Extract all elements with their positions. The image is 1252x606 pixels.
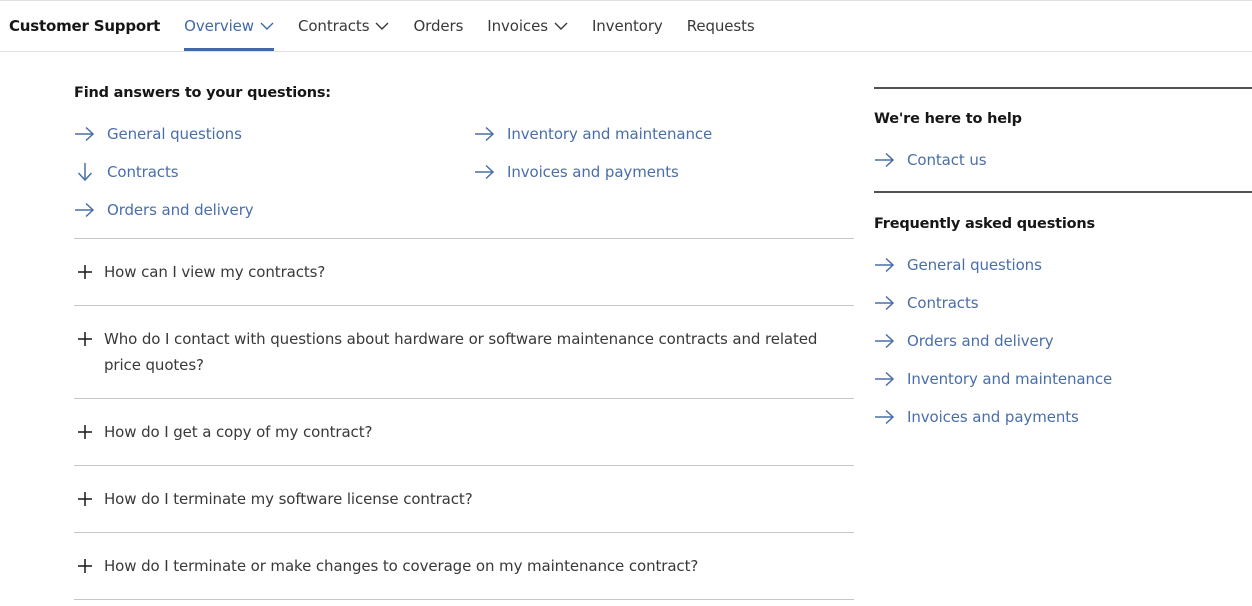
faq-question: Who do I contact with questions about ha… — [104, 330, 818, 374]
faq-question: How can I view my contracts? — [104, 263, 326, 281]
link-label: General questions — [907, 256, 1042, 274]
arrow-right-icon — [874, 371, 896, 387]
plus-icon — [77, 558, 93, 574]
chevron-down-icon — [260, 21, 274, 31]
faq-heading: Frequently asked questions — [874, 216, 1095, 232]
plus-icon — [77, 424, 93, 440]
quick-links: General questions Contracts Orders and d… — [74, 122, 854, 238]
quick-link-general-questions[interactable]: General questions — [74, 122, 242, 146]
link-label: Contact us — [907, 151, 987, 169]
brand-title[interactable]: Customer Support — [0, 1, 172, 51]
divider — [874, 87, 1252, 89]
nav-tab-label: Inventory — [591, 17, 663, 35]
arrow-right-icon — [474, 164, 496, 180]
faq-accordion: How can I view my contracts? Who do I co… — [74, 238, 854, 600]
quick-link-label: Orders and delivery — [107, 201, 254, 219]
arrow-right-icon — [474, 126, 496, 142]
faq-item[interactable]: How do I terminate my software license c… — [74, 466, 854, 533]
nav-tab-orders[interactable]: Orders — [401, 1, 475, 51]
plus-icon — [77, 491, 93, 507]
divider — [874, 191, 1252, 193]
nav-tab-contracts[interactable]: Contracts — [286, 1, 401, 51]
faq-item[interactable]: How do I get a copy of my contract? — [74, 399, 854, 466]
faq-link-inventory-and-maintenance[interactable]: Inventory and maintenance — [874, 367, 1112, 391]
faq-question: How do I terminate or make changes to co… — [104, 557, 699, 575]
faq-question: How do I terminate my software license c… — [104, 490, 473, 508]
contact-us-link[interactable]: Contact us — [874, 148, 987, 172]
nav-tab-invoices[interactable]: Invoices — [475, 1, 580, 51]
link-label: Invoices and payments — [907, 408, 1079, 426]
nav-tab-label: Orders — [413, 17, 464, 35]
quick-link-label: General questions — [107, 125, 242, 143]
nav-tab-label: Requests — [686, 17, 755, 35]
nav-tab-label: Overview — [184, 17, 254, 35]
faq-link-general-questions[interactable]: General questions — [874, 253, 1042, 277]
quick-link-invoices-and-payments[interactable]: Invoices and payments — [474, 160, 679, 184]
faq-item[interactable]: How do I terminate or make changes to co… — [74, 533, 854, 600]
faq-question: How do I get a copy of my contract? — [104, 423, 373, 441]
faq-item[interactable]: How can I view my contracts? — [74, 239, 854, 306]
help-heading: We're here to help — [874, 111, 1022, 127]
quick-link-orders-and-delivery[interactable]: Orders and delivery — [74, 198, 254, 222]
top-navigation: Customer Support Overview Contracts Orde… — [0, 0, 1252, 52]
link-label: Orders and delivery — [907, 332, 1054, 350]
chevron-down-icon — [554, 21, 568, 31]
arrow-right-icon — [74, 126, 96, 142]
quick-link-inventory-and-maintenance[interactable]: Inventory and maintenance — [474, 122, 712, 146]
nav-tab-requests[interactable]: Requests — [675, 1, 767, 51]
arrow-right-icon — [874, 295, 896, 311]
arrow-right-icon — [74, 202, 96, 218]
link-label: Inventory and maintenance — [907, 370, 1113, 388]
nav-tab-inventory[interactable]: Inventory — [580, 1, 675, 51]
quick-link-contracts[interactable]: Contracts — [74, 160, 179, 184]
arrow-right-icon — [874, 257, 896, 273]
chevron-down-icon — [375, 21, 389, 31]
plus-icon — [77, 331, 93, 347]
arrow-right-icon — [874, 152, 896, 168]
quick-link-label: Invoices and payments — [507, 163, 679, 181]
nav-tab-label: Contracts — [297, 17, 370, 35]
find-answers-heading: Find answers to your questions: — [74, 85, 331, 101]
nav-tab-label: Invoices — [487, 17, 548, 35]
link-label: Contracts — [907, 294, 979, 312]
nav-tab-overview[interactable]: Overview — [172, 1, 286, 51]
plus-icon — [77, 264, 93, 280]
arrow-right-icon — [874, 333, 896, 349]
quick-link-label: Inventory and maintenance — [507, 125, 713, 143]
arrow-down-icon — [74, 163, 96, 182]
quick-link-label: Contracts — [107, 163, 179, 181]
arrow-right-icon — [874, 409, 896, 425]
faq-link-orders-and-delivery[interactable]: Orders and delivery — [874, 329, 1054, 353]
faq-link-contracts[interactable]: Contracts — [874, 291, 979, 315]
faq-link-invoices-and-payments[interactable]: Invoices and payments — [874, 405, 1079, 429]
faq-item[interactable]: Who do I contact with questions about ha… — [74, 306, 854, 399]
